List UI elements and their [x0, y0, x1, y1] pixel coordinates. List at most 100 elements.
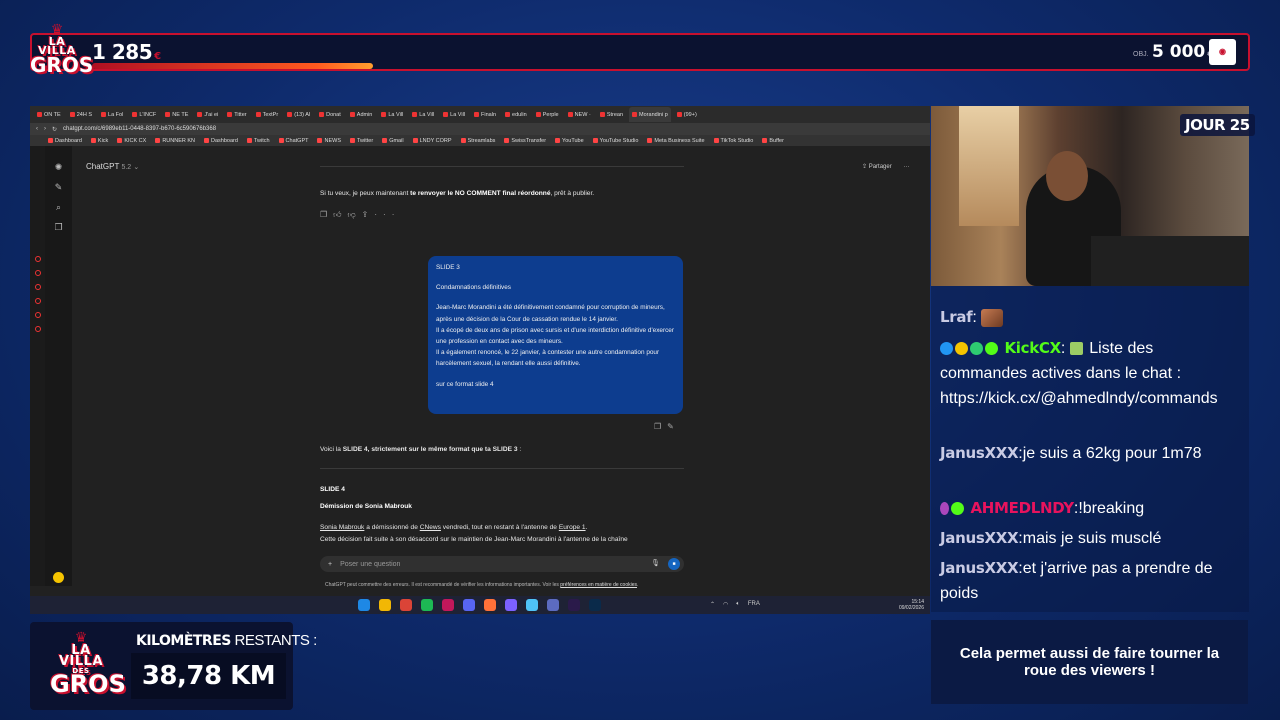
model-selector[interactable]: ChatGPT 5.2 ⌄ — [86, 162, 139, 171]
library-icon[interactable]: ❐ — [54, 222, 62, 233]
bookmark-item[interactable]: RUNNER KN — [155, 138, 195, 144]
bookmark-item[interactable]: YouTube — [555, 138, 584, 144]
browser-tab[interactable]: J'ai ei — [194, 112, 221, 118]
thumbs-up-icon[interactable]: 👍︎ — [333, 210, 347, 219]
bookmark-item[interactable]: Gmail — [382, 138, 404, 144]
browser-tab[interactable]: L'INCF — [129, 112, 159, 118]
sidebar-app-icon[interactable] — [34, 256, 41, 262]
openai-logo-icon[interactable]: ✺ — [55, 162, 63, 173]
browser-tab-label: L'INCF — [139, 111, 157, 118]
sidebar-app-icon[interactable] — [34, 312, 41, 318]
firefox-icon[interactable] — [484, 599, 496, 611]
language-indicator[interactable]: FRA — [748, 601, 760, 608]
chrome-icon[interactable] — [400, 599, 412, 611]
browser-tab[interactable]: (13) Al — [284, 112, 313, 118]
browser-tab[interactable]: Donat — [316, 112, 344, 118]
slide-text: a démissionné de — [364, 524, 420, 531]
browser-tab[interactable]: NEW · — [565, 112, 594, 118]
bookmark-label: TikTok Studio — [720, 137, 754, 144]
file-explorer-icon[interactable] — [379, 599, 391, 611]
bookmark-item[interactable]: LNDY CORP — [412, 137, 452, 144]
donation-score: 1 285 € — [92, 40, 161, 64]
sidebar-app-icon[interactable] — [34, 284, 41, 290]
browser-tab[interactable]: 24H S — [67, 112, 95, 118]
browser-tab[interactable]: Perple — [533, 112, 562, 118]
clock[interactable]: 15:14 09/02/2026 — [899, 599, 924, 611]
bookmark-item[interactable]: Twitter — [349, 138, 373, 144]
stop-button[interactable]: ■ — [668, 558, 680, 570]
bookmark-item[interactable]: KICK CX — [117, 138, 146, 144]
bubble-p2: Il a écopé de deux ans de prison avec su… — [436, 326, 674, 346]
sidebar-app-icon[interactable] — [34, 270, 41, 276]
entity-link[interactable]: Europe 1 — [559, 524, 586, 531]
bookmark-item[interactable]: Twitch — [246, 138, 270, 144]
bookmark-item[interactable]: Dashboard — [204, 138, 238, 144]
bookmark-item[interactable]: Kick — [90, 138, 108, 144]
forward-icon[interactable]: › — [44, 126, 46, 132]
address-bar[interactable]: ‹ › ↻ chatgpt.com/c/6989eb11-0448-8397-b… — [30, 123, 930, 135]
bookmark-item[interactable]: Dashboard — [48, 138, 82, 144]
bookmark-item[interactable]: YouTube Studio — [592, 138, 638, 144]
premiere-icon[interactable] — [568, 599, 580, 611]
sidebar-app-icon[interactable] — [34, 326, 41, 332]
browser-tab[interactable]: (99+) — [674, 112, 700, 118]
bookmark-item[interactable]: NEWS — [317, 138, 341, 144]
browser-tab[interactable]: Admin — [347, 112, 376, 118]
bookmark-item[interactable]: Buffer — [762, 138, 784, 144]
more-icon[interactable]: ··· — [903, 164, 909, 170]
browser-tab[interactable]: edulin — [502, 112, 530, 118]
windows-start-icon[interactable] — [358, 599, 370, 611]
browser-tab[interactable]: Strean — [597, 112, 626, 118]
plus-icon[interactable]: + — [328, 561, 332, 568]
back-icon[interactable]: ‹ — [36, 126, 38, 132]
browser-tab[interactable]: La Vill — [378, 112, 406, 118]
microphone-icon[interactable]: 🎙︎ — [651, 559, 660, 567]
wifi-icon[interactable]: ◠ — [723, 601, 728, 608]
entity-link[interactable]: Sonia Mabrouk — [320, 524, 364, 531]
edit-icon[interactable]: ✎ — [667, 422, 680, 431]
sidebar-app-icon[interactable] — [34, 298, 41, 304]
new-chat-icon[interactable]: ✎ — [55, 182, 63, 193]
browser-tab[interactable]: La Vill — [409, 112, 437, 118]
bookmark-item[interactable]: Streamlabs — [460, 138, 495, 144]
app-icon[interactable] — [505, 599, 517, 611]
photoshop-icon[interactable] — [589, 599, 601, 611]
bookmark-item[interactable]: SwissTransfer — [504, 138, 546, 144]
volume-icon[interactable]: 🔈︎ — [736, 601, 740, 608]
app-icon[interactable] — [526, 599, 538, 611]
favicon-icon — [412, 138, 418, 143]
thumbs-down-icon[interactable]: 👎︎ — [348, 210, 362, 219]
opera-icon[interactable] — [442, 599, 454, 611]
discord-icon[interactable] — [463, 599, 475, 611]
tray-chevron-icon[interactable]: ⌃ — [710, 601, 715, 608]
composer[interactable]: + Poser une question 🎙︎ ■ — [320, 556, 684, 572]
favicon-icon — [255, 112, 261, 117]
more-icon[interactable]: ··· — [374, 210, 400, 219]
bookmark-item[interactable]: ChatGPT — [278, 138, 308, 144]
reload-icon[interactable]: ↻ — [52, 126, 57, 133]
browser-tab[interactable]: Titter — [224, 112, 249, 118]
info-panel: Cela permet aussi de faire tourner la ro… — [931, 620, 1248, 704]
browser-tab[interactable]: Morandini p — [629, 107, 671, 122]
spotify-icon[interactable] — [421, 599, 433, 611]
browser-tab[interactable]: La Vill — [440, 112, 468, 118]
search-icon[interactable]: ⌕ — [56, 202, 61, 213]
browser-tab-label: Morandini p — [639, 111, 668, 118]
bookmark-item[interactable]: Meta Business Suite — [647, 138, 705, 144]
composer-input[interactable]: Poser une question — [340, 561, 400, 568]
copy-icon[interactable]: ❐ — [320, 210, 333, 219]
share-button[interactable]: ⇪ Partager ··· — [862, 163, 909, 170]
browser-tab[interactable]: ON TE — [34, 112, 64, 118]
browser-tab[interactable]: La Fol — [98, 112, 126, 118]
entity-link[interactable]: CNews — [420, 524, 441, 531]
bookmark-label: LNDY CORP — [419, 137, 452, 144]
url-text[interactable]: chatgpt.com/c/6989eb11-0448-8397-b670-6c… — [63, 126, 216, 132]
app-icon[interactable] — [547, 599, 559, 611]
browser-tab[interactable]: NE TE — [162, 112, 191, 118]
share-icon[interactable]: ⇪ — [362, 210, 375, 219]
browser-tab[interactable]: Finaln — [471, 112, 499, 118]
copy-icon[interactable]: ❐ — [654, 422, 667, 431]
cookie-preferences-link[interactable]: préférences en matière de cookies — [560, 582, 637, 588]
bookmark-item[interactable]: TikTok Studio — [713, 137, 754, 144]
browser-tab[interactable]: TextPr — [253, 112, 282, 118]
